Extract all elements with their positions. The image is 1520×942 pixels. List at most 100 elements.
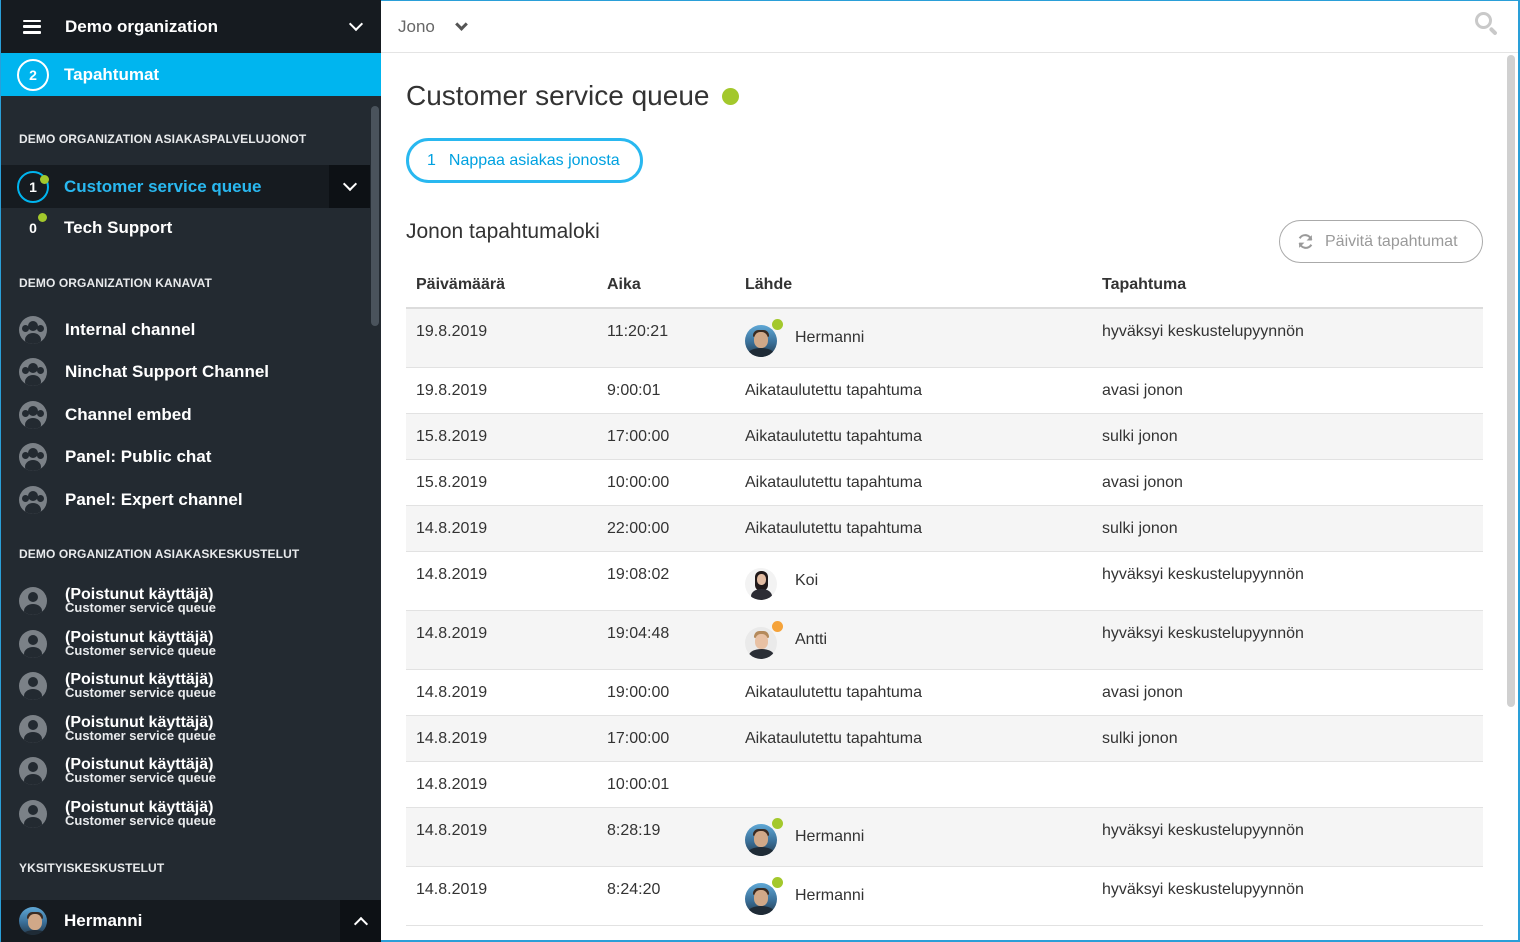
sidebar-item-tech-support[interactable]: 0 Tech Support (1, 208, 370, 248)
sidebar-item-conversation[interactable]: (Poistunut käyttäjä) Customer service que… (1, 709, 370, 749)
avatar (745, 325, 777, 357)
table-row: 14.8.2019 19:04:48 Antti hyväksyi keskustel… (406, 611, 1483, 670)
source-cell: Aikataulutettu tapahtuma (735, 368, 1092, 413)
source-cell (735, 762, 1092, 807)
avatar (745, 824, 777, 856)
source-cell: Aikataulutettu tapahtuma (735, 716, 1092, 761)
group-icon (19, 316, 47, 344)
chevron-down-icon[interactable] (348, 16, 364, 32)
avatar (745, 627, 777, 659)
main-scrollbar[interactable] (1507, 55, 1515, 707)
sidebar-item-channel[interactable]: Ninchat Support Channel (1, 352, 370, 392)
online-status-dot (722, 87, 740, 105)
avatar (745, 883, 777, 915)
refresh-events-button[interactable]: Päivitä tapahtumat (1279, 220, 1483, 263)
source-name: Hermanni (795, 887, 865, 904)
user-icon (19, 715, 47, 743)
refresh-icon (1298, 234, 1313, 249)
sidebar-scrollbar[interactable] (371, 106, 379, 326)
sidebar-item-conversation[interactable]: (Poistunut käyttäjä) Customer service que… (1, 624, 370, 664)
table-row: 14.8.2019 17:00:00 Aikataulutettu tapahtum… (406, 716, 1483, 762)
private-user-name: Hermanni (64, 911, 143, 930)
date-cell: 14.8.2019 (416, 881, 488, 898)
collapse-button[interactable] (340, 900, 381, 942)
sidebar-item-conversation[interactable]: (Poistunut käyttäjä) Customer service que… (1, 581, 370, 621)
sidebar-item-channel[interactable]: Channel embed (1, 395, 370, 435)
user-icon (19, 587, 47, 615)
event-cell: sulki jonon (1102, 730, 1178, 747)
organization-selector[interactable]: Demo organization (1, 0, 381, 53)
time-cell: 8:24:20 (607, 881, 661, 898)
time-cell: 8:28:19 (607, 822, 661, 839)
queue-count-badge: 0 (17, 212, 49, 244)
group-icon (19, 358, 47, 386)
sidebar-item-channel[interactable]: Internal channel (1, 310, 370, 350)
sidebar-item-private-hermanni[interactable]: Hermanni (1, 900, 381, 942)
column-header-event[interactable]: Tapahtuma (1092, 276, 1483, 294)
source-cell: Aikataulutettu tapahtuma (735, 414, 1092, 459)
user-icon (19, 757, 47, 785)
date-cell: 14.8.2019 (416, 520, 488, 537)
time-cell: 17:00:00 (607, 428, 670, 445)
source-cell: Antti (735, 611, 1092, 669)
sidebar-item-conversation[interactable]: (Poistunut käyttäjä) Customer service que… (1, 794, 370, 834)
search-icon[interactable] (1475, 12, 1499, 36)
sidebar-item-conversation[interactable]: (Poistunut käyttäjä) Customer service que… (1, 666, 370, 706)
date-cell: 15.8.2019 (416, 428, 488, 445)
queue-count: 1 (29, 178, 37, 195)
sidebar-item-conversation[interactable]: (Poistunut käyttäjä) Customer service que… (1, 751, 370, 791)
avatar-wrapper (745, 319, 783, 357)
date-cell: 14.8.2019 (416, 730, 488, 747)
user-icon (19, 630, 47, 658)
menu-icon[interactable] (23, 19, 41, 34)
table-row: 19.8.2019 9:00:01 Aikataulutettu tapahtuma… (406, 368, 1483, 414)
source-cell: Hermanni (735, 867, 1092, 925)
date-cell: 14.8.2019 (416, 566, 488, 583)
date-cell: 14.8.2019 (416, 822, 488, 839)
avatar (745, 568, 777, 600)
breadcrumb[interactable]: Jono (398, 17, 468, 37)
source-name: Aikataulutettu tapahtuma (745, 684, 923, 701)
date-cell: 15.8.2019 (416, 474, 488, 491)
queue-count: 1 (427, 151, 436, 169)
user-status-dot (772, 818, 783, 829)
avatar (19, 907, 47, 935)
user-status-dot (772, 621, 783, 632)
channel-label: Internal channel (65, 320, 196, 339)
channel-label: Panel: Expert channel (65, 490, 243, 509)
refresh-label: Päivitä tapahtumat (1325, 232, 1458, 250)
sidebar-item-channel[interactable]: Panel: Public chat (1, 437, 370, 477)
sidebar-item-events[interactable]: 2 Tapahtumat (1, 53, 381, 96)
page-title: Customer service queue (406, 80, 740, 112)
sidebar-item-customer-service-queue[interactable]: 1 Customer service queue (1, 165, 370, 208)
sidebar: Demo organization 2 Tapahtumat DEMO ORGA… (0, 0, 381, 942)
table-row: 15.8.2019 17:00:00 Aikataulutettu tapahtum… (406, 414, 1483, 460)
sidebar-item-channel[interactable]: Panel: Expert channel (1, 480, 370, 520)
source-name: Aikataulutettu tapahtuma (745, 730, 923, 747)
source-cell: Aikataulutettu tapahtuma (735, 670, 1092, 715)
user-icon (19, 672, 47, 700)
online-status-dot (40, 174, 49, 184)
pick-customer-label: Nappaa asiakas jonosta (448, 151, 620, 169)
table-row: 15.8.2019 10:00:00 Aikataulutettu tapahtum… (406, 460, 1483, 506)
time-cell: 10:00:00 (607, 474, 670, 491)
column-header-date[interactable]: Päivämäärä (406, 276, 597, 294)
conversation-queue: Customer service queue (65, 600, 217, 615)
events-label: Tapahtumat (64, 64, 160, 84)
time-cell: 17:00:00 (607, 730, 670, 747)
pick-customer-button[interactable]: 1 Nappaa asiakas jonosta (406, 138, 643, 183)
table-row: 19.8.2019 11:20:21 Hermanni hyväksyi keskus… (406, 309, 1483, 368)
source-cell: Hermanni (735, 808, 1092, 866)
column-header-source[interactable]: Lähde (735, 276, 1092, 294)
table-row: 14.8.2019 8:28:19 Hermanni hyväksyi keskust… (406, 808, 1483, 867)
queue-dropdown-button[interactable] (329, 165, 370, 208)
event-cell: sulki jonon (1102, 520, 1178, 537)
avatar-wrapper (745, 562, 783, 600)
main-panel: Jono Customer service queue 1 Nappaa asi… (381, 0, 1520, 942)
date-cell: 19.8.2019 (416, 323, 488, 340)
time-cell: 19:04:48 (607, 625, 670, 642)
queue-title: Customer service queue (406, 80, 710, 111)
column-header-time[interactable]: Aika (597, 276, 735, 294)
table-row: 14.8.2019 10:00:01 (406, 762, 1483, 808)
event-cell: avasi jonon (1102, 382, 1183, 399)
